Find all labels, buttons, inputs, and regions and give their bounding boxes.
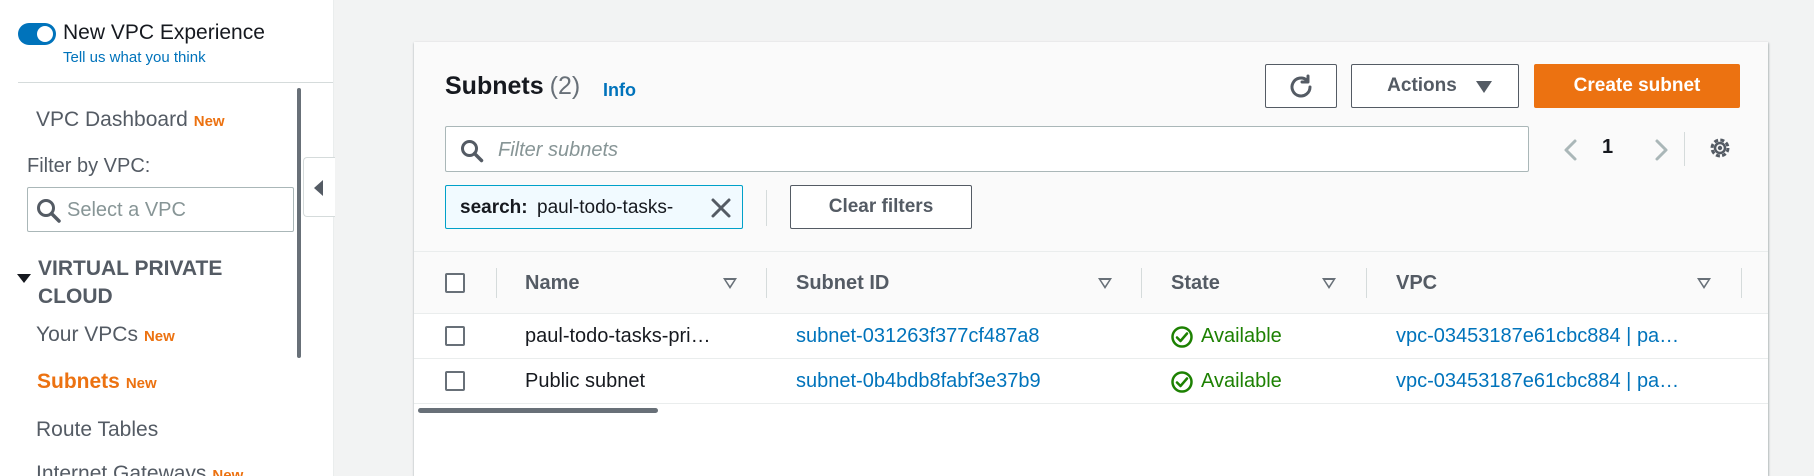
feedback-link[interactable]: Tell us what you think: [63, 49, 206, 66]
create-subnet-button[interactable]: Create subnet: [1534, 64, 1740, 108]
sidebar-item-label: Subnets: [37, 370, 120, 393]
pagination-divider: [1684, 132, 1685, 166]
vpc-filter-select[interactable]: Select a VPC: [27, 187, 294, 232]
caret-down-icon: [1476, 81, 1492, 93]
vpc-filter-placeholder: Select a VPC: [67, 199, 186, 221]
sidebar-scrollbar[interactable]: [297, 88, 301, 358]
column-header-vpc[interactable]: VPC: [1396, 272, 1437, 295]
sidebar-item-route-tables[interactable]: Route Tables: [36, 418, 158, 442]
search-icon: [36, 198, 62, 229]
actions-label: Actions: [1387, 75, 1457, 96]
column-divider: [766, 268, 767, 298]
subnet-name: Public subnet: [525, 370, 646, 392]
horizontal-scrollbar[interactable]: [418, 408, 658, 413]
new-badge: New: [125, 375, 157, 392]
sidebar-item-label: Your VPCs: [36, 323, 138, 346]
panel-header: Subnets (2) Info Actions Create subnet Fi…: [414, 42, 1768, 252]
table-row[interactable]: paul-todo-tasks-pri… subnet-031263f377cf…: [414, 314, 1768, 359]
current-page[interactable]: 1: [1602, 136, 1613, 159]
sort-caret-icon[interactable]: [1697, 278, 1711, 289]
filter-token: search: paul-todo-tasks-: [445, 185, 743, 229]
sidebar-item-internet-gateways[interactable]: Internet Gateways New: [36, 462, 243, 476]
sort-caret-icon[interactable]: [723, 278, 737, 289]
refresh-button[interactable]: [1265, 64, 1337, 108]
new-badge: New: [193, 113, 225, 130]
new-vpc-experience-toggle[interactable]: [18, 23, 56, 45]
sidebar-divider: [18, 82, 333, 83]
subnets-panel: Subnets (2) Info Actions Create subnet Fi…: [414, 42, 1768, 476]
filter-token-value: paul-todo-tasks-: [537, 197, 674, 218]
column-divider: [1366, 268, 1367, 298]
filter-token-key: search:: [460, 197, 528, 218]
subnet-id-link[interactable]: subnet-031263f377cf487a8: [796, 325, 1126, 348]
pagination: 1: [1554, 128, 1674, 168]
filter-subnets-input[interactable]: Filter subnets: [445, 126, 1529, 172]
refresh-icon: [1290, 74, 1312, 97]
status-text: Available: [1201, 325, 1282, 347]
column-header-subnet-id[interactable]: Subnet ID: [796, 272, 889, 295]
sidebar-item-vpc-dashboard[interactable]: VPC Dashboard New: [36, 108, 225, 132]
select-all-checkbox[interactable]: [445, 273, 465, 293]
actions-dropdown-button[interactable]: Actions: [1351, 64, 1519, 108]
clear-filters-button[interactable]: Clear filters: [790, 185, 972, 229]
subnet-id-link[interactable]: subnet-0b4bdb8fabf3e37b9: [796, 370, 1126, 393]
page-title: Subnets (2): [445, 72, 580, 101]
sidebar: New VPC Experience Tell us what you thin…: [0, 0, 334, 476]
table-header: Name Subnet ID State VPC: [414, 252, 1768, 314]
close-icon[interactable]: [710, 197, 732, 224]
gear-icon[interactable]: [1707, 135, 1733, 166]
vpc-experience-title: New VPC Experience: [63, 21, 265, 44]
row-checkbox[interactable]: [445, 371, 465, 391]
sidebar-item-subnets[interactable]: Subnets New: [37, 370, 157, 394]
token-divider: [766, 190, 767, 226]
column-divider: [1141, 268, 1142, 298]
sidebar-item-label: Route Tables: [36, 418, 159, 441]
status-text: Available: [1201, 370, 1282, 392]
subnet-name: paul-todo-tasks-pri…: [525, 325, 711, 347]
info-link[interactable]: Info: [603, 80, 636, 101]
check-circle-icon: [1171, 326, 1193, 354]
new-badge: New: [212, 467, 244, 476]
column-header-name[interactable]: Name: [525, 272, 579, 295]
table-row[interactable]: Public subnet subnet-0b4bdb8fabf3e37b9 A…: [414, 359, 1768, 404]
column-divider: [1741, 268, 1742, 298]
sort-caret-icon[interactable]: [1098, 278, 1112, 289]
vpc-link[interactable]: vpc-03453187e61cbc884 | pa…: [1396, 370, 1716, 393]
subnet-count: (2): [549, 72, 581, 100]
sidebar-item-label: Internet Gateways: [36, 462, 207, 476]
search-icon: [460, 139, 484, 168]
chevron-right-icon[interactable]: [1652, 138, 1670, 167]
sidebar-item-label: VPC Dashboard: [36, 108, 188, 131]
vpc-link[interactable]: vpc-03453187e61cbc884 | pa…: [1396, 325, 1716, 348]
section-title-virtual-private-cloud[interactable]: VIRTUAL PRIVATE CLOUD: [38, 255, 298, 311]
filter-subnets-placeholder: Filter subnets: [498, 139, 619, 161]
new-badge: New: [143, 328, 175, 345]
check-circle-icon: [1171, 371, 1193, 399]
collapse-sidebar-button[interactable]: [303, 157, 335, 217]
filter-by-vpc-label: Filter by VPC:: [27, 155, 151, 177]
column-divider: [496, 268, 497, 298]
page-title-text: Subnets: [445, 72, 544, 100]
chevron-left-icon[interactable]: [1562, 138, 1580, 167]
column-header-state[interactable]: State: [1171, 272, 1220, 295]
caret-down-icon[interactable]: [17, 274, 31, 283]
row-checkbox[interactable]: [445, 326, 465, 346]
sort-caret-icon[interactable]: [1322, 278, 1336, 289]
sidebar-item-your-vpcs[interactable]: Your VPCs New: [36, 323, 175, 347]
